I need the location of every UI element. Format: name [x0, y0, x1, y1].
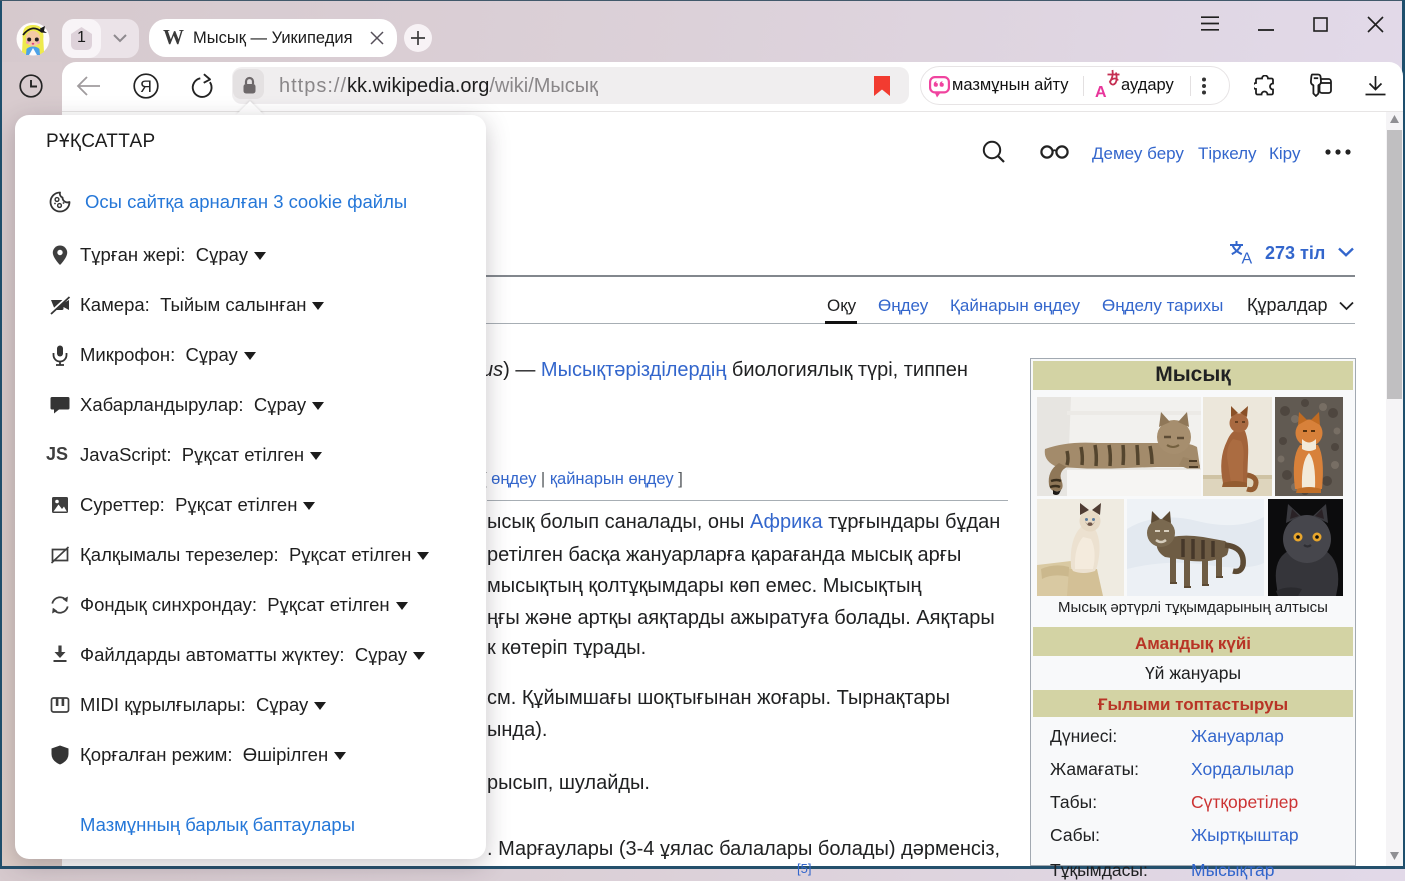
svg-text:A: A — [1095, 84, 1107, 98]
svg-text:Я: Я — [140, 78, 152, 96]
svg-text:A: A — [1242, 251, 1253, 266]
